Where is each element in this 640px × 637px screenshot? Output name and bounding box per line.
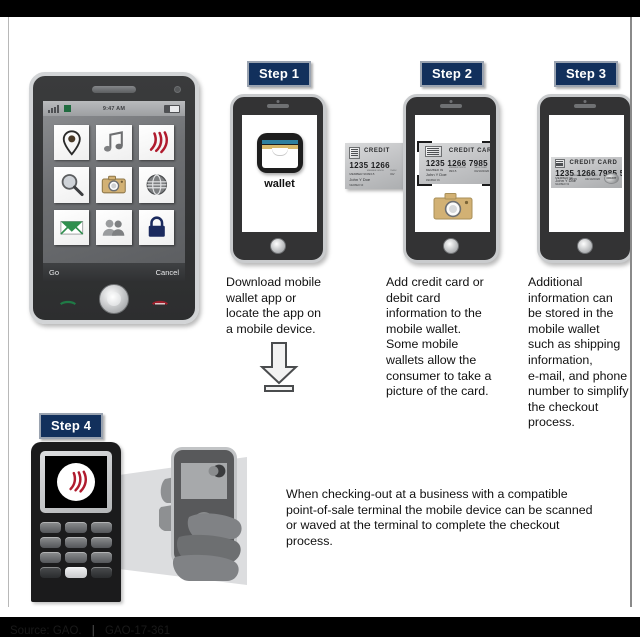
nfc-contactless-symbol-icon	[57, 463, 95, 501]
keypad-key[interactable]	[40, 537, 62, 548]
mail-envelope-app-icon[interactable]	[54, 209, 90, 245]
card-brand-label: CREDIT CARD	[569, 160, 618, 167]
step-1-phone: wallet	[230, 94, 326, 263]
figure-canvas: 9:47 AM Go Cancel Step 1 wallet Download…	[8, 17, 632, 607]
card-valid-thru: 04/	[390, 171, 395, 176]
location-pin-app-icon[interactable]	[54, 125, 90, 161]
home-button[interactable]	[99, 284, 129, 314]
step-2-caption: Add credit card or debit card informatio…	[386, 275, 492, 399]
step-2-badge: Step 2	[420, 61, 485, 87]
softkey-bar: Go Cancel	[43, 263, 185, 281]
source-separator: |	[91, 625, 95, 637]
card-bin: MEMBER 99	[349, 171, 367, 176]
home-button[interactable]	[443, 238, 459, 254]
keypad-key[interactable]	[65, 552, 87, 563]
step-3-phone: CREDIT CARD 1235 1266 7985 5088 MEMBER 9…	[537, 94, 630, 263]
step-2-phone: CREDIT CARD 1235 1266 7985 5088 MEMBER 9…	[403, 94, 499, 263]
music-app-icon[interactable]	[96, 125, 132, 161]
card-footnote: MEMBER 99	[425, 178, 440, 182]
captured-credit-card: CREDIT CARD 1235 1266 7985 5088 MEMBER 9…	[419, 143, 490, 184]
terminal-screen	[45, 456, 107, 508]
earpiece-speaker	[440, 104, 462, 108]
card-holder-name: John Y Doe	[349, 176, 371, 182]
battery-icon	[164, 104, 180, 113]
source-footer: Source: GAO. | GAO-17-361	[10, 625, 170, 637]
card-holder-name: John Y Doe	[555, 178, 577, 184]
wallet-pocket	[261, 149, 298, 168]
keypad-key[interactable]	[65, 537, 87, 548]
step-2-phone-screen: CREDIT CARD 1235 1266 7985 5088 MEMBER 9…	[415, 115, 490, 232]
terminal-screen-bezel	[40, 451, 112, 513]
figure-page: 9:47 AM Go Cancel Step 1 wallet Download…	[0, 17, 640, 637]
front-camera-icon	[583, 100, 587, 103]
keypad-key[interactable]	[65, 522, 87, 533]
call-answer-icon[interactable]	[59, 297, 77, 306]
step-1-phone-screen: wallet	[242, 115, 317, 232]
step-3-badge: Step 3	[554, 61, 619, 87]
card-member-since: 09/15	[366, 171, 375, 176]
camera-app-icon[interactable]	[96, 167, 132, 203]
keypad-key[interactable]	[90, 522, 112, 533]
status-bar-clock: 9:47 AM	[102, 105, 126, 112]
hand-holding-mobile-device	[159, 447, 242, 581]
keypad-key[interactable]	[90, 537, 112, 548]
globe-browser-app-icon[interactable]	[138, 167, 174, 203]
card-holder-name: John Y Doe	[425, 172, 447, 178]
home-button[interactable]	[577, 238, 593, 254]
keypad-key[interactable]	[40, 552, 62, 563]
card-hologram: CREDIT	[603, 172, 620, 184]
keypad-key[interactable]	[90, 552, 112, 563]
cancel-button[interactable]: Cancel	[156, 268, 179, 277]
source-label: Source: GAO.	[10, 625, 82, 637]
front-camera-icon	[174, 86, 181, 93]
status-bar: 9:47 AM	[43, 101, 185, 116]
point-of-sale-terminal	[31, 442, 121, 602]
camera-capture-icon[interactable]	[433, 191, 473, 221]
earpiece-speaker	[574, 104, 596, 108]
wallet-app-label: wallet	[264, 178, 295, 190]
hero-mobile-phone: 9:47 AM Go Cancel	[29, 72, 199, 324]
carrier-indicator-icon	[64, 105, 71, 112]
home-button[interactable]	[270, 238, 286, 254]
card-chip-icon	[348, 146, 360, 159]
step-3-caption: Additional information can be stored in …	[528, 275, 629, 430]
card-valid-thru: 04/10/2020	[474, 168, 490, 173]
wallet-card-blue	[261, 140, 298, 144]
step-1-caption: Download mobile wallet app or locate the…	[226, 275, 322, 336]
wallet-app-icon[interactable]	[256, 133, 303, 173]
front-camera-icon	[449, 100, 453, 103]
step-1-badge: Step 1	[247, 61, 312, 87]
stored-credit-card: CREDIT CARD 1235 1266 7985 5088 MEMBER 9…	[551, 157, 622, 188]
step-4-badge: Step 4	[39, 413, 104, 439]
card-brand-label: CREDIT	[363, 148, 390, 155]
signal-bars-icon	[48, 104, 59, 113]
go-button[interactable]: Go	[49, 268, 59, 277]
download-arrow-icon	[259, 342, 299, 392]
card-member-since: 09/15	[448, 168, 457, 173]
app-grid	[43, 116, 185, 254]
report-id: GAO-17-361	[105, 625, 171, 637]
contacts-app-icon[interactable]	[96, 209, 132, 245]
search-magnifier-app-icon[interactable]	[54, 167, 90, 203]
keypad-key[interactable]	[65, 567, 87, 578]
call-end-icon[interactable]	[151, 297, 169, 306]
hero-phone-screen: 9:47 AM Go Cancel	[43, 101, 185, 281]
card-chip-icon	[554, 159, 566, 168]
card-chip-icon	[424, 146, 442, 157]
earpiece-speaker	[267, 104, 289, 108]
card-valid-thru: 04/10/2020	[585, 176, 601, 181]
card-brand-label: CREDIT CARD	[448, 147, 490, 154]
nfc-contactless-app-icon[interactable]	[138, 125, 174, 161]
step-4-caption: When checking-out at a business with a c…	[286, 487, 593, 548]
terminal-keypad[interactable]	[40, 522, 112, 578]
step-3-phone-screen: CREDIT CARD 1235 1266 7985 5088 MEMBER 9…	[549, 115, 624, 232]
card-footnote: MEMBER 99	[349, 183, 364, 187]
front-camera-icon	[276, 100, 280, 103]
lock-security-app-icon[interactable]	[138, 209, 174, 245]
keypad-key[interactable]	[90, 567, 112, 578]
keypad-key[interactable]	[40, 522, 62, 533]
earpiece-speaker	[92, 86, 136, 93]
card-footnote: MEMBER 99	[555, 183, 570, 187]
keypad-key[interactable]	[40, 567, 62, 578]
